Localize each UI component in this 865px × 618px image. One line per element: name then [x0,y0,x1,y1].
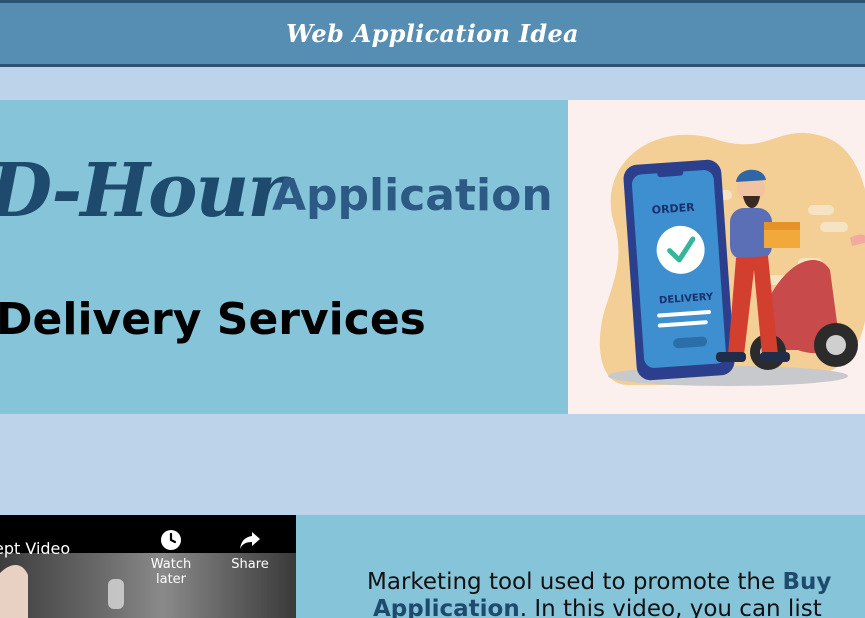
info-text-prefix: Marketing tool used to promote the [367,569,783,595]
clock-icon [161,530,181,550]
brand-app-word: Application [272,170,553,221]
share-icon [240,532,260,549]
hero-subtitle: Delivery Services [0,294,426,345]
info-paragraph: Marketing tool used to promote the Buy A… [367,569,865,618]
delivery-illustration: ORDER DELIVERY [568,100,865,414]
share-button[interactable]: Share [215,529,285,572]
info-highlight-application: Application [373,596,520,618]
info-text-suffix: . In this video, you can list [519,596,822,618]
hero-banner: D-Hour Application Delivery Services [0,100,568,414]
watch-later-label: Watch later [150,557,192,587]
brand-name: D-Hour [0,148,286,234]
share-label: Share [231,557,269,572]
video-title[interactable]: ept Video [0,539,70,558]
watch-later-button[interactable]: Watch later [136,529,206,587]
page-title: Web Application Idea [286,19,579,48]
header-bar: Web Application Idea [0,0,865,67]
video-player[interactable]: ept Video Watch later Share [0,515,296,618]
info-panel: Marketing tool used to promote the Buy A… [296,515,865,618]
info-highlight-buy: Buy [782,569,832,595]
